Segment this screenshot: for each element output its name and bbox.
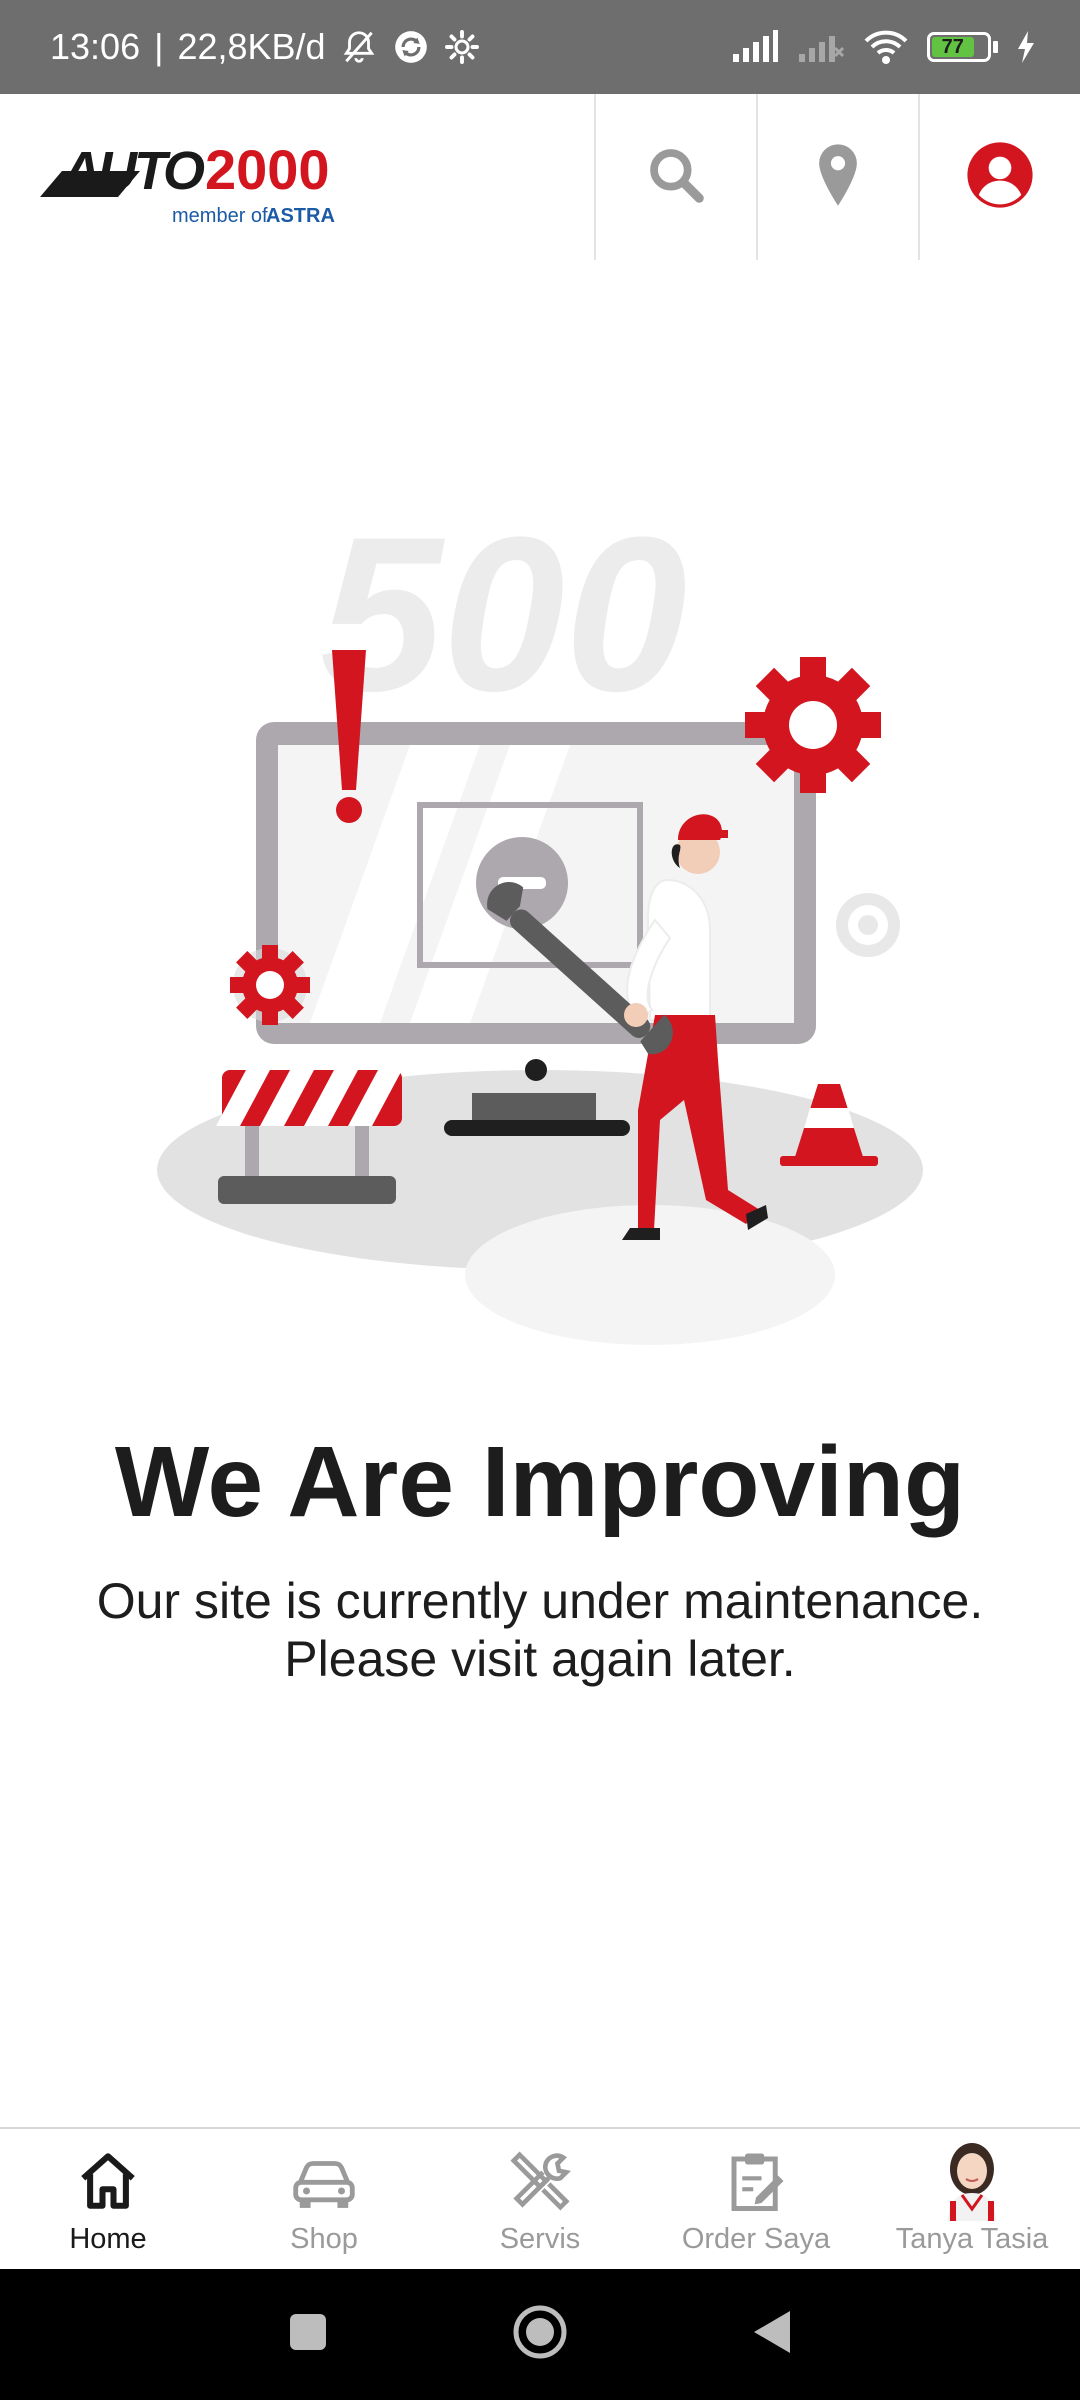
app-header: AUTO 2000 member of ASTRA	[0, 94, 1080, 260]
status-time: 13:06	[50, 26, 141, 67]
maintenance-line-1: Our site is currently under maintenance.	[96, 1573, 984, 1629]
search-button[interactable]	[594, 94, 756, 260]
map-pin-icon	[813, 142, 863, 213]
nav-label-order-saya: Order Saya	[681, 2223, 831, 2255]
maintenance-illustration: 500	[150, 491, 930, 1360]
settings-gear-icon	[444, 29, 480, 65]
tagline-prefix: member of	[172, 205, 268, 225]
maintenance-line-2: Please visit again later.	[284, 1631, 796, 1687]
status-separator: |	[154, 26, 164, 67]
nav-item-tanya-tasia[interactable]: Tanya Tasia	[864, 2129, 1080, 2269]
nav-item-order-saya[interactable]: Order Saya	[648, 2129, 864, 2269]
search-icon	[645, 144, 707, 211]
home-system-button[interactable]	[424, 2304, 656, 2365]
bottom-navigation: Home Shop Servis Order Saya Tanya Tasia	[0, 2127, 1080, 2269]
auto2000-logo[interactable]: AUTO 2000 member of ASTRA	[0, 94, 594, 260]
recent-apps-button[interactable]	[192, 2312, 424, 2357]
nav-label-servis: Servis	[499, 2223, 581, 2255]
car-icon	[286, 2143, 362, 2219]
status-bar: 13:06 | 22,8KB/d 77	[0, 0, 1080, 94]
circle-home-icon	[512, 2304, 568, 2365]
wifi-icon	[863, 29, 909, 65]
assistant-avatar-icon	[934, 2143, 1010, 2221]
tools-icon	[502, 2143, 578, 2219]
tagline-brand: ASTRA	[266, 205, 335, 225]
error-code-text: 500	[320, 500, 687, 737]
svg-text:2000: 2000	[205, 138, 330, 201]
nav-label-tanya-tasia: Tanya Tasia	[895, 2223, 1049, 2255]
bell-muted-icon	[340, 28, 378, 66]
nav-item-home[interactable]: Home	[0, 2129, 216, 2269]
signal-icon	[731, 30, 779, 64]
square-icon	[288, 2312, 328, 2357]
nav-label-home: Home	[69, 2223, 147, 2255]
back-triangle-icon	[752, 2309, 792, 2360]
charging-bolt-icon	[1016, 30, 1036, 64]
user-profile-icon	[966, 141, 1034, 214]
back-button[interactable]	[656, 2309, 888, 2360]
maintenance-message: Our site is currently under maintenance.…	[0, 1572, 1080, 1688]
location-button[interactable]	[756, 94, 918, 260]
nav-item-shop[interactable]: Shop	[216, 2129, 432, 2269]
battery-indicator: 77	[927, 32, 998, 62]
clipboard-icon	[718, 2143, 794, 2219]
nav-label-shop: Shop	[290, 2223, 358, 2255]
account-button[interactable]	[918, 94, 1080, 260]
battery-level: 77	[932, 36, 974, 58]
home-icon	[70, 2143, 146, 2219]
system-navigation-bar	[0, 2269, 1080, 2400]
svg-text:AUTO: AUTO	[60, 141, 205, 201]
sync-icon	[392, 28, 430, 66]
page-title: We Are Improving	[114, 1426, 966, 1538]
auto2000-logo-mark: AUTO 2000 member of ASTRA	[40, 138, 335, 225]
status-network-speed: 22,8KB/d	[177, 26, 326, 67]
nav-item-servis[interactable]: Servis	[432, 2129, 648, 2269]
signal-no-service-icon	[797, 30, 845, 64]
